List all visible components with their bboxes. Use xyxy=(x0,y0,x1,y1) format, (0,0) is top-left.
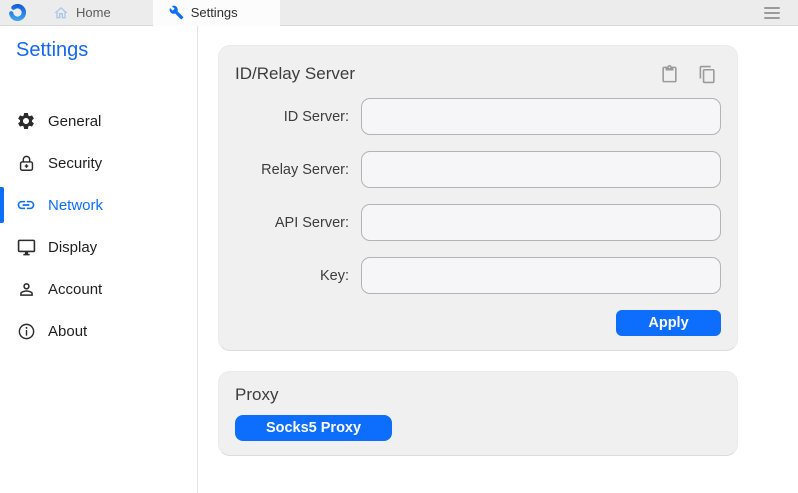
clipboard-paste-icon[interactable] xyxy=(659,64,679,84)
id-server-label: ID Server: xyxy=(235,109,349,125)
tab-settings-label: Settings xyxy=(191,5,238,20)
sidebar-item-account[interactable]: Account xyxy=(0,268,197,310)
sidebar-item-label: About xyxy=(48,323,87,340)
app-window: Home Settings Settings xyxy=(0,0,798,493)
api-server-input[interactable] xyxy=(361,204,721,241)
copy-icon[interactable] xyxy=(697,64,717,84)
tab-home-label: Home xyxy=(76,5,111,20)
proxy-card: Proxy Socks5 Proxy xyxy=(218,371,738,456)
sidebar-item-label: Account xyxy=(48,281,102,298)
key-input[interactable] xyxy=(361,257,721,294)
api-server-label: API Server: xyxy=(235,215,349,231)
titlebar-spacer xyxy=(280,0,756,25)
wrench-icon xyxy=(169,5,184,20)
monitor-icon xyxy=(16,237,36,257)
sidebar-item-label: Security xyxy=(48,155,102,172)
content-area: Settings General xyxy=(0,26,798,493)
apply-row: Apply xyxy=(235,310,721,336)
network-settings-panel: ID/Relay Server xyxy=(198,26,798,493)
sidebar-item-label: General xyxy=(48,113,101,130)
settings-sidebar: Settings General xyxy=(0,26,198,493)
hamburger-menu-icon[interactable] xyxy=(756,0,798,25)
sidebar-item-display[interactable]: Display xyxy=(0,226,197,268)
socks5-proxy-button[interactable]: Socks5 Proxy xyxy=(235,415,392,441)
key-label: Key: xyxy=(235,268,349,284)
lock-icon xyxy=(16,153,36,173)
form-row-id-server: ID Server: xyxy=(235,98,721,135)
form-row-relay-server: Relay Server: xyxy=(235,151,721,188)
tab-home[interactable]: Home xyxy=(37,0,127,25)
gear-icon xyxy=(16,111,36,131)
info-icon xyxy=(16,321,36,341)
form-row-key: Key: xyxy=(235,257,721,294)
form-row-api-server: API Server: xyxy=(235,204,721,241)
sidebar-item-network[interactable]: Network xyxy=(0,184,197,226)
card-actions xyxy=(659,64,721,84)
link-icon xyxy=(16,195,36,215)
tab-settings[interactable]: Settings xyxy=(153,0,280,26)
relay-server-input[interactable] xyxy=(361,151,721,188)
sidebar-item-label: Display xyxy=(48,239,97,256)
proxy-card-title: Proxy xyxy=(235,385,721,405)
sidebar-item-security[interactable]: Security xyxy=(0,142,197,184)
id-server-input[interactable] xyxy=(361,98,721,135)
home-icon xyxy=(53,5,69,21)
titlebar: Home Settings xyxy=(0,0,798,26)
sidebar-item-label: Network xyxy=(48,197,103,214)
apply-button[interactable]: Apply xyxy=(616,310,721,336)
sidebar-menu: General Security xyxy=(0,100,197,352)
id-relay-form: ID Server: Relay Server: API Server: Key… xyxy=(235,98,721,336)
sidebar-item-general[interactable]: General xyxy=(0,100,197,142)
page-title: Settings xyxy=(0,36,197,64)
person-icon xyxy=(16,279,36,299)
sidebar-item-about[interactable]: About xyxy=(0,310,197,352)
relay-server-label: Relay Server: xyxy=(235,162,349,178)
rustdesk-logo xyxy=(0,0,33,25)
card-title: ID/Relay Server xyxy=(235,64,355,84)
id-relay-server-card: ID/Relay Server xyxy=(218,45,738,351)
